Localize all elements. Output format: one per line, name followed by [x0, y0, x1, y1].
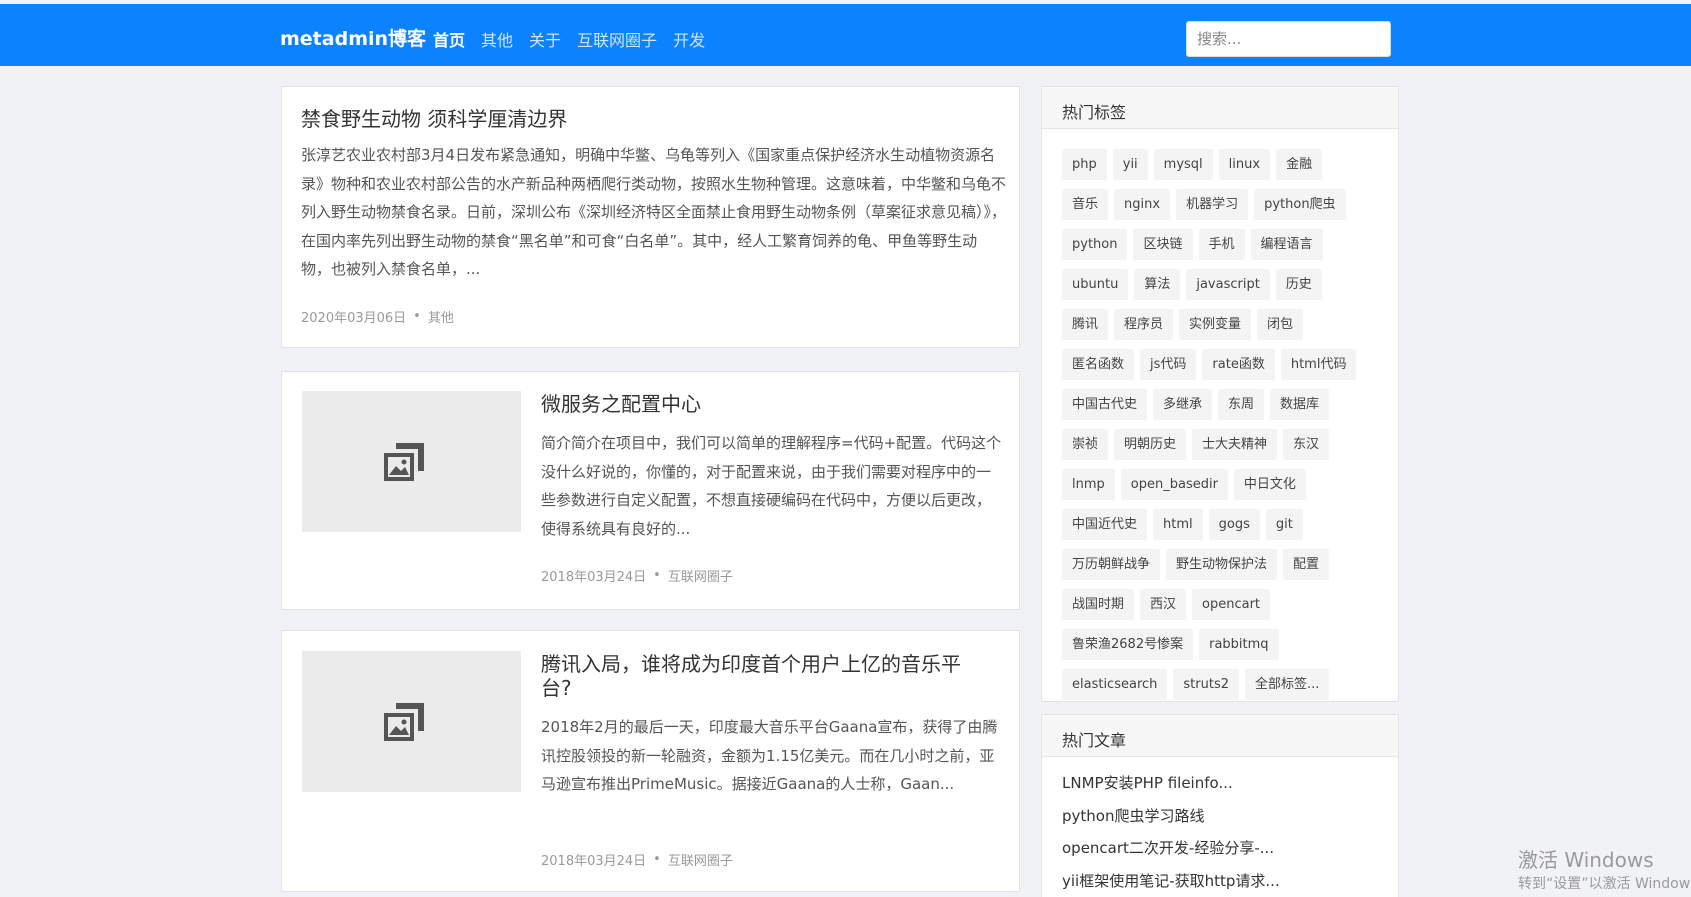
- tag-item[interactable]: rate函数: [1202, 349, 1275, 380]
- article-card: 微服务之配置中心 简介简介在项目中，我们可以简单的理解程序=代码+配置。代码这个…: [281, 371, 1020, 610]
- tag-item[interactable]: 程序员: [1114, 309, 1174, 340]
- tag-item[interactable]: opencart: [1192, 589, 1271, 620]
- article-category[interactable]: 其他: [428, 307, 454, 326]
- windows-activation-watermark: 激活 Windows: [1518, 848, 1654, 872]
- top-navbar: metadmin博客 首页 其他 关于 互联网圈子 开发: [0, 4, 1691, 66]
- tag-item[interactable]: 金融: [1276, 149, 1323, 180]
- article-card: 禁食野生动物 须科学厘清边界 张淳艺农业农村部3月4日发布紧急通知，明确中华鳖、…: [281, 86, 1020, 348]
- tag-item[interactable]: 配置: [1283, 549, 1330, 580]
- article-summary: 简介简介在项目中，我们可以简单的理解程序=代码+配置。代码这个没什么好说的，你懂…: [541, 434, 1002, 538]
- tag-item[interactable]: 万历朝鲜战争: [1062, 549, 1161, 580]
- meta-separator: •: [653, 568, 661, 583]
- tag-item[interactable]: struts2: [1173, 669, 1239, 700]
- article-title[interactable]: 腾讯入局，谁将成为印度首个用户上亿的音乐平台?: [541, 652, 981, 700]
- nav-item-dev[interactable]: 开发: [673, 27, 705, 51]
- nav-item-about[interactable]: 关于: [529, 27, 561, 51]
- article-date: 2020年03月06日: [301, 311, 407, 326]
- tag-item[interactable]: 士大夫精神: [1192, 429, 1278, 460]
- article-meta: 2018年03月24日 • 互联网圈子: [541, 566, 733, 585]
- tag-item[interactable]: yii: [1112, 149, 1148, 180]
- widget-title: 热门标签: [1042, 87, 1398, 129]
- windows-activation-hint: 转到“设置”以激活 Windows。: [1518, 876, 1691, 892]
- tag-item[interactable]: elasticsearch: [1062, 669, 1168, 700]
- tag-item[interactable]: open_basedir: [1120, 469, 1228, 500]
- hot-post-link[interactable]: yii框架使用笔记-获取http请求...: [1062, 865, 1378, 897]
- tag-item[interactable]: mysql: [1153, 149, 1213, 180]
- tag-item[interactable]: nginx: [1114, 189, 1171, 220]
- article-meta: 2020年03月06日 • 其他: [301, 307, 454, 326]
- article-category[interactable]: 互联网圈子: [668, 850, 733, 869]
- tag-item[interactable]: rabbitmq: [1199, 629, 1279, 660]
- article-date: 2018年03月24日: [541, 570, 647, 585]
- hot-tags-widget: 热门标签 php yii mysql linux 金融 音乐 nginx 机器学习 python…: [1041, 86, 1399, 702]
- tag-item[interactable]: 全部标签...: [1245, 669, 1330, 700]
- tag-item[interactable]: gogs: [1208, 509, 1260, 540]
- tag-item[interactable]: 中国近代史: [1062, 509, 1148, 540]
- tag-item[interactable]: 野生动物保护法: [1166, 549, 1278, 580]
- tag-item[interactable]: 中日文化: [1233, 469, 1306, 500]
- site-brand[interactable]: metadmin博客: [280, 24, 426, 51]
- tag-item[interactable]: lnmp: [1062, 469, 1115, 500]
- hot-posts-widget: 热门文章 LNMP安装PHP fileinfo... python爬虫学习路线 op…: [1041, 714, 1399, 897]
- tag-item[interactable]: python爬虫: [1254, 189, 1346, 220]
- article-title[interactable]: 禁食野生动物 须科学厘清边界: [301, 107, 1001, 131]
- widget-title: 热门文章: [1042, 715, 1398, 757]
- main-nav: 首页 其他 关于 互联网圈子 开发: [433, 27, 705, 51]
- tag-item[interactable]: php: [1062, 149, 1107, 180]
- article-summary: 2018年2月的最后一天，印度最大音乐平台Gaana宣布，获得了由腾讯控股领投的…: [541, 718, 998, 793]
- tag-item[interactable]: 闭包: [1257, 309, 1304, 340]
- meta-separator: •: [653, 852, 661, 867]
- tag-item[interactable]: 音乐: [1062, 189, 1109, 220]
- hot-post-link[interactable]: python爬虫学习路线: [1062, 800, 1378, 833]
- tag-item[interactable]: html代码: [1280, 349, 1357, 380]
- tag-item[interactable]: 手机: [1198, 229, 1245, 260]
- tag-item[interactable]: 数据库: [1270, 389, 1330, 420]
- nav-item-home[interactable]: 首页: [433, 27, 465, 51]
- tag-list: php yii mysql linux 金融音乐 nginx 机器学习 python爬虫 pyt…: [1042, 129, 1398, 701]
- article-card: 腾讯入局，谁将成为印度首个用户上亿的音乐平台? 2018年2月的最后一天，印度最…: [281, 630, 1020, 892]
- tag-item[interactable]: 编程语言: [1250, 229, 1323, 260]
- tag-item[interactable]: ubuntu: [1062, 269, 1129, 300]
- article-category[interactable]: 互联网圈子: [668, 566, 733, 585]
- tag-item[interactable]: 算法: [1134, 269, 1181, 300]
- article-title[interactable]: 微服务之配置中心: [541, 392, 1001, 416]
- tag-item[interactable]: 腾讯: [1062, 309, 1109, 340]
- tag-item[interactable]: 历史: [1275, 269, 1322, 300]
- tag-item[interactable]: 匿名函数: [1062, 349, 1135, 380]
- post-list: LNMP安装PHP fileinfo... python爬虫学习路线 opencar…: [1042, 757, 1398, 897]
- tag-item[interactable]: 中国古代史: [1062, 389, 1148, 420]
- search-input[interactable]: [1186, 21, 1391, 57]
- tag-item[interactable]: 西汉: [1140, 589, 1187, 620]
- hot-post-link[interactable]: LNMP安装PHP fileinfo...: [1062, 767, 1378, 800]
- tag-item[interactable]: 实例变量: [1179, 309, 1252, 340]
- tag-item[interactable]: 崇祯: [1062, 429, 1109, 460]
- tag-item[interactable]: 鲁荣渔2682号惨案: [1062, 629, 1194, 660]
- tag-item[interactable]: javascript: [1186, 269, 1270, 300]
- article-meta: 2018年03月24日 • 互联网圈子: [541, 850, 733, 869]
- tag-item[interactable]: git: [1265, 509, 1303, 540]
- tag-item[interactable]: 多继承: [1153, 389, 1213, 420]
- article-thumbnail[interactable]: [302, 651, 521, 792]
- article-thumbnail[interactable]: [302, 391, 521, 532]
- tag-item[interactable]: js代码: [1140, 349, 1197, 380]
- hot-post-link[interactable]: opencart二次开发-经验分享-...: [1062, 832, 1378, 865]
- meta-separator: •: [413, 309, 421, 324]
- article-date: 2018年03月24日: [541, 854, 647, 869]
- tag-item[interactable]: python: [1062, 229, 1128, 260]
- tag-item[interactable]: 区块链: [1133, 229, 1193, 260]
- tag-item[interactable]: 机器学习: [1176, 189, 1249, 220]
- tag-item[interactable]: html: [1153, 509, 1203, 540]
- image-placeholder-icon: [384, 703, 424, 741]
- image-placeholder-icon: [384, 443, 424, 481]
- tag-item[interactable]: 明朝历史: [1114, 429, 1187, 460]
- tag-item[interactable]: 战国时期: [1062, 589, 1135, 620]
- nav-item-other[interactable]: 其他: [481, 27, 513, 51]
- tag-item[interactable]: 东汉: [1283, 429, 1330, 460]
- nav-item-internet[interactable]: 互联网圈子: [577, 27, 657, 51]
- tag-item[interactable]: linux: [1218, 149, 1271, 180]
- tag-item[interactable]: 东周: [1218, 389, 1265, 420]
- article-summary: 张淳艺农业农村部3月4日发布紧急通知，明确中华鳖、乌龟等列入《国家重点保护经济水…: [301, 146, 1007, 278]
